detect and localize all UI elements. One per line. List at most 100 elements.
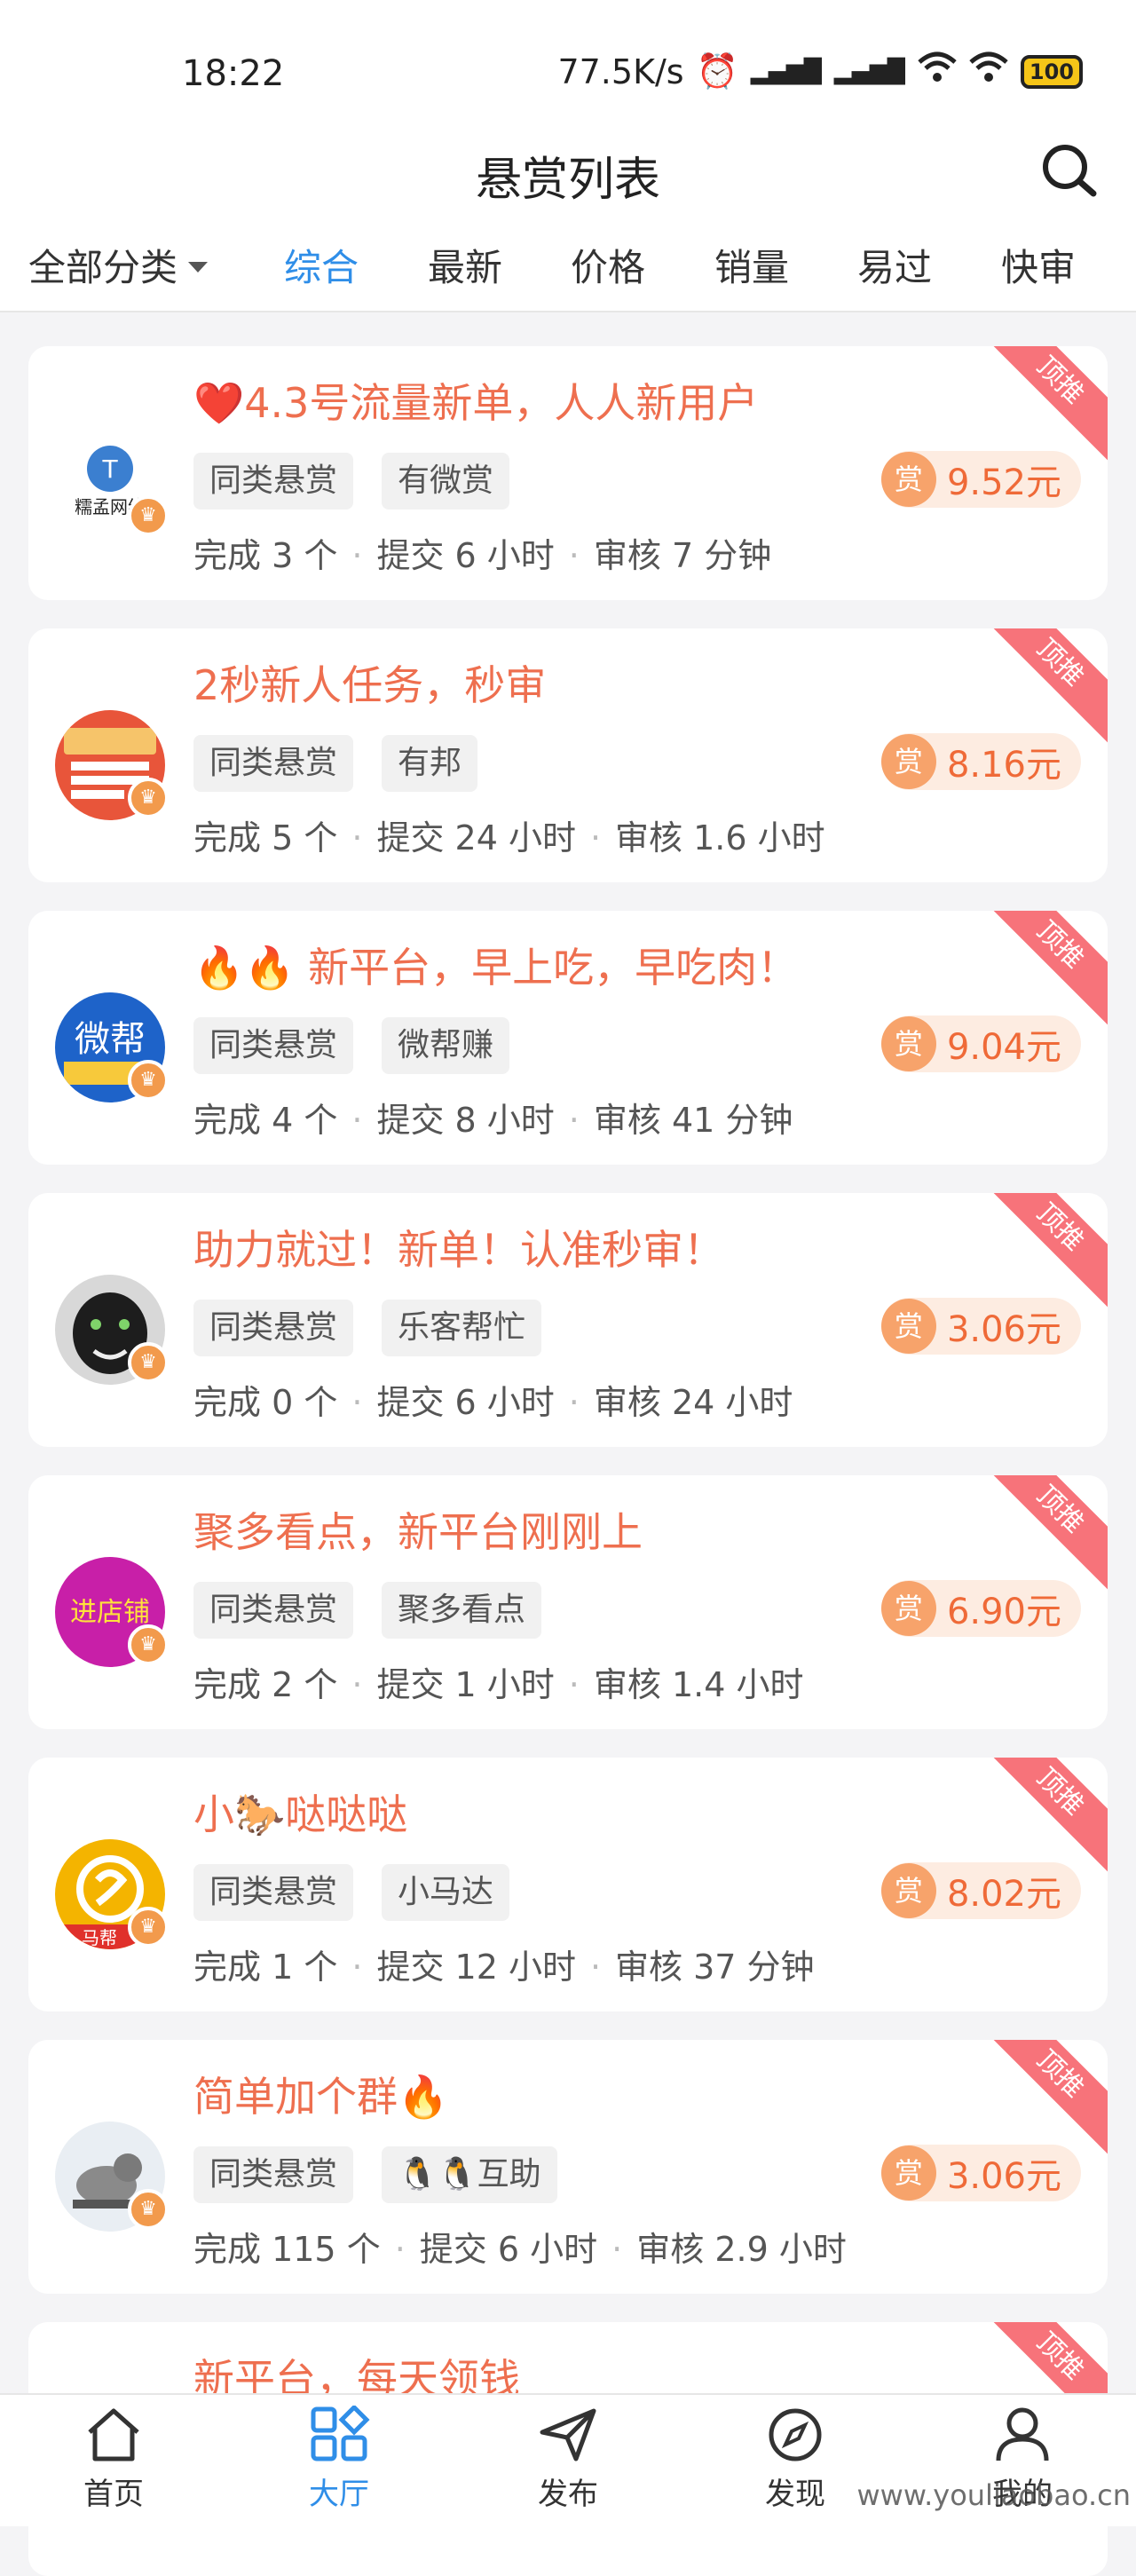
app-header: 悬赏列表 — [0, 133, 1136, 231]
top-ribbon: 顶推 — [974, 2040, 1108, 2160]
task-meta: 完成 4 个 · 提交 8 小时 · 审核 41 分钟 — [193, 1101, 793, 1140]
task-meta: 完成 3 个 · 提交 6 小时 · 审核 7 分钟 — [193, 536, 772, 575]
top-ribbon: 顶推 — [974, 628, 1108, 748]
task-card[interactable]: ♛ 2秒新人任务，秒审 同类悬赏 有邦 赏 8.16元 完成 5 个 · 提交 24 … — [28, 628, 1108, 882]
reward-badge: 赏 — [880, 2145, 936, 2201]
reward-pill: 赏 9.04元 — [880, 1015, 1081, 1072]
tag-category[interactable]: 同类悬赏 — [193, 1582, 354, 1639]
tab-sales[interactable]: 销量 — [714, 238, 789, 292]
tag-category[interactable]: 同类悬赏 — [193, 1300, 354, 1356]
reward-amount: 3.06元 — [946, 1309, 1061, 1350]
network-speed: 77.5K/s — [557, 51, 684, 91]
tab-latest[interactable]: 最新 — [428, 238, 502, 292]
top-ribbon: 顶推 — [974, 911, 1108, 1031]
task-title: 聚多看点，新平台刚刚上 — [193, 1508, 643, 1556]
reward-pill: 赏 8.02元 — [880, 1862, 1081, 1919]
tag-platform[interactable]: 聚多看点 — [382, 1582, 542, 1639]
nav-label: 首页 — [83, 2477, 144, 2512]
task-title: 小🐎哒哒哒 — [193, 1790, 408, 1838]
task-title: 简单加个群🔥 — [193, 2073, 449, 2121]
wifi-icon-2 — [969, 51, 1008, 91]
nav-home[interactable]: 首页 — [43, 2406, 185, 2513]
reward-badge: 赏 — [880, 452, 936, 507]
tag-platform[interactable]: 乐客帮忙 — [382, 1300, 542, 1356]
crown-icon: ♛ — [128, 1342, 169, 1383]
reward-badge: 赏 — [880, 1581, 936, 1636]
tag-platform[interactable]: 🐧🐧互助 — [382, 2146, 557, 2203]
reward-amount: 9.52元 — [946, 462, 1061, 503]
task-meta: 完成 5 个 · 提交 24 小时 · 审核 1.6 小时 — [193, 818, 825, 857]
svg-text:微帮: 微帮 — [75, 1019, 146, 1060]
task-card[interactable]: ♛ 助力就过！新单！认准秒审！ 同类悬赏 乐客帮忙 赏 3.06元 完成 0 个 ·… — [28, 1193, 1108, 1447]
tab-comprehensive[interactable]: 综合 — [284, 238, 359, 292]
page-title: 悬赏列表 — [475, 154, 660, 207]
crown-icon: ♛ — [128, 1624, 169, 1665]
tab-easy-pass[interactable]: 易过 — [857, 238, 932, 292]
task-card[interactable]: 进店铺 ♛ 聚多看点，新平台刚刚上 同类悬赏 聚多看点 赏 6.90元 完成 2 … — [28, 1475, 1108, 1729]
nav-publish[interactable]: 发布 — [497, 2406, 639, 2513]
task-card[interactable]: 微帮 ♛ 🔥🔥 新平台，早上吃，早吃肉！ 同类悬赏 微帮赚 赏 9.04元 完成 … — [28, 911, 1108, 1165]
battery-icon: 100 — [1020, 54, 1083, 89]
task-title: ❤️4.3号流量新单，人人新用户 — [193, 379, 759, 427]
user-icon — [996, 2407, 1049, 2461]
task-card[interactable]: T 糯孟网络 ♛ ❤️4.3号流量新单，人人新用户 同类悬赏 有微赏 赏 9.52元… — [28, 346, 1108, 600]
signal-icon: ▂▄▆█ — [750, 58, 822, 85]
task-title: 助力就过！新单！认准秒审！ — [193, 1226, 724, 1274]
top-ribbon: 顶推 — [974, 346, 1108, 466]
reward-badge: 赏 — [880, 1299, 936, 1354]
home-icon — [88, 2408, 139, 2461]
svg-text:马帮: 马帮 — [82, 1927, 117, 1948]
reward-pill: 赏 9.52元 — [880, 451, 1081, 508]
reward-amount: 8.02元 — [946, 1874, 1061, 1915]
tag-platform[interactable]: 小马达 — [382, 1864, 510, 1921]
reward-pill: 赏 8.16元 — [880, 733, 1081, 790]
tag-platform[interactable]: 有邦 — [382, 735, 478, 792]
status-time: 18:22 — [182, 53, 285, 94]
crown-icon: ♛ — [128, 1060, 169, 1101]
task-card[interactable]: ♛ 简单加个群🔥 同类悬赏 🐧🐧互助 赏 3.06元 完成 115 个 · 提交 6 … — [28, 2040, 1108, 2294]
reward-pill: 赏 3.06元 — [880, 2145, 1081, 2201]
reward-badge: 赏 — [880, 1016, 936, 1071]
reward-amount: 3.06元 — [946, 2156, 1061, 2197]
wifi-icon — [918, 51, 957, 91]
status-icons: 77.5K/s ⏰ ▂▄▆█ ▂▄▆█ 100 — [557, 51, 1083, 91]
svg-text:进店铺: 进店铺 — [70, 1597, 150, 1628]
tag-category[interactable]: 同类悬赏 — [193, 1017, 354, 1074]
task-meta: 完成 115 个 · 提交 6 小时 · 审核 2.9 小时 — [193, 2230, 847, 2269]
crown-icon: ♛ — [128, 2189, 169, 2230]
reward-pill: 赏 6.90元 — [880, 1580, 1081, 1637]
signal-icon-2: ▂▄▆█ — [833, 58, 905, 85]
tag-category[interactable]: 同类悬赏 — [193, 2146, 354, 2203]
task-meta: 完成 2 个 · 提交 1 小时 · 审核 1.4 小时 — [193, 1665, 804, 1704]
reward-badge: 赏 — [880, 1863, 936, 1918]
reward-pill: 赏 3.06元 — [880, 1298, 1081, 1355]
tag-category[interactable]: 同类悬赏 — [193, 453, 354, 510]
tag-category[interactable]: 同类悬赏 — [193, 1864, 354, 1921]
top-ribbon: 顶推 — [974, 1193, 1108, 1313]
tag-platform[interactable]: 有微赏 — [382, 453, 510, 510]
status-bar: 18:22 77.5K/s ⏰ ▂▄▆█ ▂▄▆█ 100 — [0, 0, 1136, 133]
svg-text:T: T — [101, 454, 118, 484]
task-title: 🔥🔥 新平台，早上吃，早吃肉！ — [193, 944, 799, 992]
tab-price[interactable]: 价格 — [571, 238, 645, 292]
task-meta: 完成 0 个 · 提交 6 小时 · 审核 24 小时 — [193, 1383, 793, 1422]
nav-label: 发布 — [538, 2477, 598, 2512]
compass-icon — [769, 2408, 822, 2461]
reward-amount: 9.04元 — [946, 1027, 1061, 1068]
top-ribbon: 顶推 — [974, 1475, 1108, 1595]
tab-fast-review[interactable]: 快审 — [1001, 238, 1076, 292]
crown-icon: ♛ — [128, 1907, 169, 1948]
nav-hall[interactable]: 大厅 — [268, 2406, 410, 2513]
nav-discover[interactable]: 发现 — [724, 2406, 866, 2513]
category-dropdown[interactable]: 全部分类 — [28, 238, 209, 292]
task-meta: 完成 1 个 · 提交 12 小时 · 审核 37 分钟 — [193, 1948, 815, 1987]
nav-label: 大厅 — [309, 2477, 369, 2512]
top-ribbon: 顶推 — [974, 1758, 1108, 1877]
tag-category[interactable]: 同类悬赏 — [193, 735, 354, 792]
task-card[interactable]: 马帮 ♛ 小🐎哒哒哒 同类悬赏 小马达 赏 8.02元 完成 1 个 · 提交 12 … — [28, 1758, 1108, 2011]
reward-badge: 赏 — [880, 734, 936, 789]
filter-tabs: 全部分类 综合 最新 价格 销量 易过 快审 — [0, 231, 1136, 312]
tag-platform[interactable]: 微帮赚 — [382, 1017, 510, 1074]
search-icon[interactable] — [1038, 140, 1100, 202]
send-icon — [540, 2408, 596, 2461]
